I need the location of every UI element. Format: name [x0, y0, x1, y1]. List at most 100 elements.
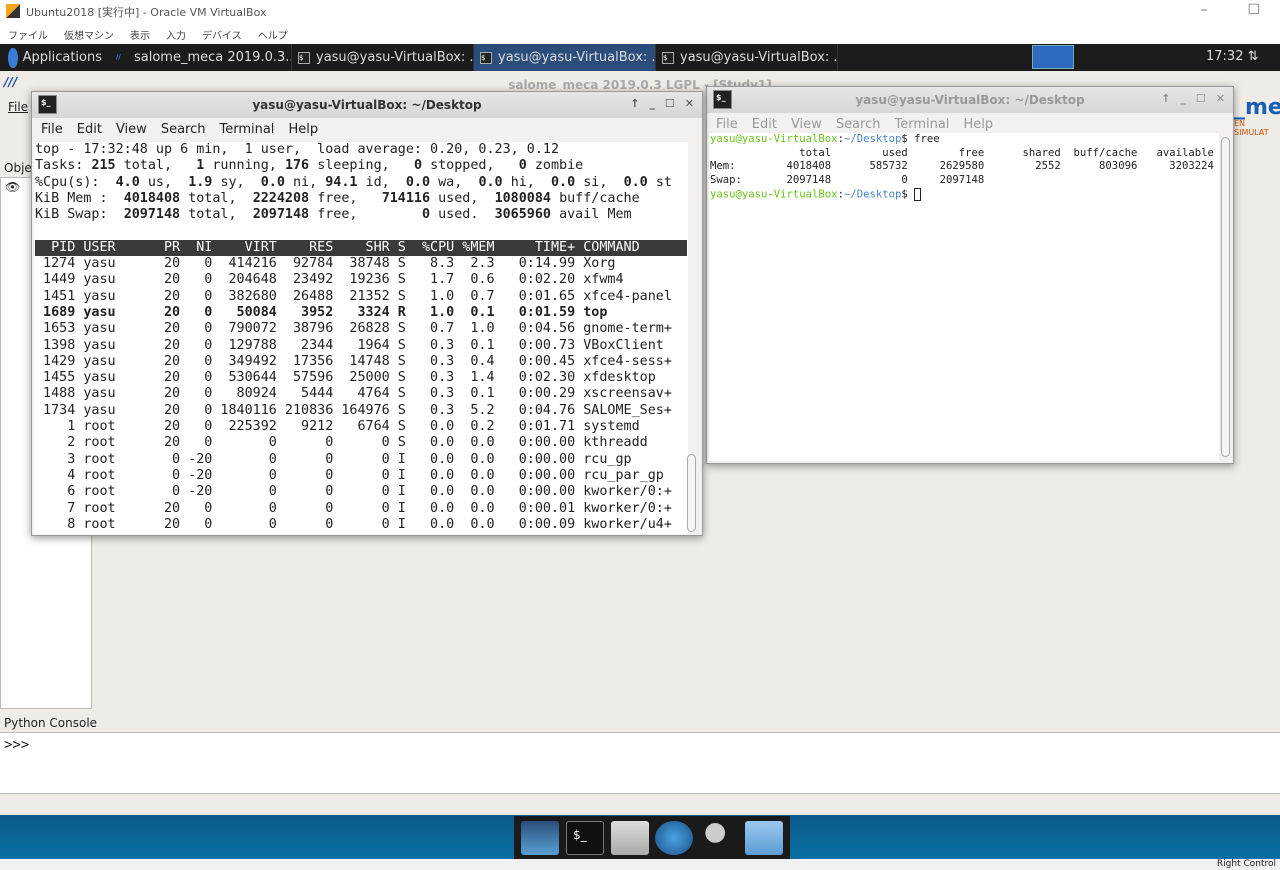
dock-home-folder-icon[interactable]: [610, 820, 649, 855]
process-row[interactable]: 1488 yasu 20 0 80924 5444 4764 S 0.3 0.1…: [35, 386, 688, 402]
maximize-icon[interactable]: ☐: [1247, 2, 1260, 18]
menu-search[interactable]: Search: [829, 117, 888, 132]
taskbar-item[interactable]: $ yasu@yasu-VirtualBox: ...: [474, 44, 656, 71]
terminal-window-free[interactable]: $_ yasu@yasu-VirtualBox: ~/Desktop ↑ _ ☐ ✕ F…: [706, 86, 1234, 464]
menu-view[interactable]: View: [109, 122, 154, 137]
eye-icon: 👁: [5, 180, 21, 194]
xfce-logo-icon: [8, 47, 18, 68]
process-row[interactable]: 4 root 0 -20 0 0 0 I 0.0 0.0 0:00.00 rcu…: [35, 468, 688, 484]
python-console-label: Python Console: [4, 716, 98, 730]
menu-edit[interactable]: Edit: [70, 122, 109, 137]
process-table-header: PID USER PR NI VIRT RES SHR S %CPU %MEM …: [35, 239, 688, 257]
salome-menu-file[interactable]: File: [8, 100, 28, 114]
minimize-icon[interactable]: _: [649, 97, 655, 110]
maximize-icon[interactable]: ☐: [1196, 92, 1206, 105]
summary-line: %Cpu(s): 4.0 us, 1.9 sy, 0.0 ni, 94.1 id…: [35, 174, 672, 190]
prompt-user: yasu@yasu-VirtualBox: [710, 188, 838, 201]
menu-terminal[interactable]: Terminal: [212, 122, 281, 137]
minimize-icon[interactable]: _: [1180, 92, 1186, 105]
prompt-user: yasu@yasu-VirtualBox: [710, 133, 838, 145]
scrollbar[interactable]: [687, 454, 696, 532]
terminal-icon: $: [480, 51, 492, 64]
python-console-input[interactable]: >>>: [0, 732, 1280, 794]
process-row[interactable]: 1 root 20 0 225392 9212 6764 S 0.0 0.2 0…: [35, 419, 688, 435]
summary-line: KiB Mem : 4018408 total, 2224208 free, 7…: [35, 190, 640, 206]
terminal-icon: $_: [713, 90, 732, 109]
process-row[interactable]: 1653 yasu 20 0 790072 38796 26828 S 0.7 …: [35, 321, 688, 337]
process-row[interactable]: 1274 yasu 20 0 414216 92784 38748 S 8.3 …: [35, 256, 688, 272]
process-row[interactable]: 8 root 20 0 0 0 0 I 0.0 0.0 0:00.09 kwor…: [35, 517, 688, 533]
salome-logo-subtitle: EN SIMULAT: [1234, 119, 1269, 137]
xfce-panel: Applications // salome_meca 2019.0.3... $ y…: [0, 44, 1280, 71]
title-bar[interactable]: $_ yasu@yasu-VirtualBox: ~/Desktop ↑ _ ☐ ✕: [32, 92, 702, 118]
host-menu-item[interactable]: 仮想マシン: [64, 27, 114, 42]
process-row[interactable]: 6 root 0 -20 0 0 0 I 0.0 0.0 0:00.00 kwo…: [35, 484, 688, 500]
window-title: yasu@yasu-VirtualBox: ~/Desktop: [855, 93, 1085, 107]
host-menu-item[interactable]: 入力: [166, 27, 186, 42]
terminal-output[interactable]: yasu@yasu-VirtualBox:~/Desktop$ free tot…: [709, 133, 1219, 461]
taskbar-item[interactable]: $ yasu@yasu-VirtualBox: ...: [292, 44, 474, 71]
host-menu-item[interactable]: ファイル: [8, 27, 48, 42]
window-title: yasu@yasu-VirtualBox: ~/Desktop: [252, 98, 482, 112]
command: free: [914, 133, 940, 145]
host-menu-item[interactable]: ヘルプ: [258, 27, 288, 42]
taskbar-item[interactable]: $ yasu@yasu-VirtualBox: ...: [656, 44, 838, 71]
clock: 17:32 ⇅: [1206, 49, 1259, 64]
host-key-label: Right Control: [1216, 859, 1276, 869]
process-row[interactable]: 1734 yasu 20 0 1840116 210836 164976 S 0…: [35, 403, 688, 419]
dock-desktop-icon[interactable]: [521, 820, 560, 855]
process-row[interactable]: 2 root 20 0 0 0 0 S 0.0 0.0 0:00.00 kthr…: [35, 435, 688, 451]
title-bar[interactable]: $_ yasu@yasu-VirtualBox: ~/Desktop ↑ _ ☐ ✕: [707, 87, 1233, 113]
terminal-output[interactable]: top - 17:32:48 up 6 min, 1 user, load av…: [34, 142, 688, 534]
terminal-window-top[interactable]: $_ yasu@yasu-VirtualBox: ~/Desktop ↑ _ ☐ ✕ F…: [31, 91, 703, 536]
process-row[interactable]: 3 root 0 -20 0 0 0 I 0.0 0.0 0:00.00 rcu…: [35, 452, 688, 468]
salome-icon: //: [116, 52, 121, 61]
process-row[interactable]: 1455 yasu 20 0 530644 57596 25000 S 0.3 …: [35, 370, 688, 386]
dock-files-icon[interactable]: [744, 820, 783, 855]
summary-line: top - 17:32:48 up 6 min, 1 user, load av…: [35, 142, 560, 157]
host-menu-bar: ファイル 仮想マシン 表示 入力 デバイス ヘルプ: [0, 22, 1280, 44]
process-row[interactable]: 1451 yasu 20 0 382680 26488 21352 S 1.0 …: [35, 289, 688, 305]
salome-meca-logo: _mec: [1234, 95, 1280, 120]
menu-view[interactable]: View: [784, 117, 829, 132]
free-header: total used free shared buff/cache availa…: [710, 146, 1214, 159]
pin-icon[interactable]: ↑: [1161, 92, 1170, 105]
taskbar-item-label: yasu@yasu-VirtualBox: ...: [498, 50, 656, 65]
menu-file[interactable]: File: [709, 117, 745, 132]
host-menu-item[interactable]: 表示: [130, 27, 150, 42]
menu-terminal[interactable]: Terminal: [887, 117, 956, 132]
close-icon[interactable]: ✕: [1216, 92, 1225, 105]
menu-bar: File Edit View Search Terminal Help: [707, 113, 1233, 135]
menu-search[interactable]: Search: [154, 122, 213, 137]
host-title: Ubuntu2018 [実行中] - Oracle VM VirtualBox: [26, 6, 267, 19]
process-row[interactable]: 1449 yasu 20 0 204648 23492 19236 S 1.7 …: [35, 272, 688, 288]
menu-edit[interactable]: Edit: [745, 117, 784, 132]
taskbar-item-label: yasu@yasu-VirtualBox: ...: [316, 50, 474, 65]
taskbar-item[interactable]: // salome_meca 2019.0.3...: [110, 44, 292, 71]
applications-label: Applications: [22, 50, 102, 65]
menu-file[interactable]: File: [34, 122, 70, 137]
minimize-icon[interactable]: –: [1200, 2, 1207, 18]
menu-help[interactable]: Help: [281, 122, 325, 137]
process-row[interactable]: 7 root 20 0 0 0 0 I 0.0 0.0 0:00.01 kwor…: [35, 501, 688, 517]
prompt-line: yasu@yasu-VirtualBox:~/Desktop$ free: [710, 133, 940, 145]
host-menu-item[interactable]: デバイス: [202, 27, 242, 42]
dock-terminal-icon[interactable]: $_: [565, 820, 604, 855]
pin-icon[interactable]: ↑: [630, 97, 639, 110]
process-row[interactable]: 1689 yasu 20 0 50084 3952 3324 R 1.0 0.1…: [35, 305, 688, 321]
terminal-icon: $_: [38, 95, 57, 114]
process-row[interactable]: 1398 yasu 20 0 129788 2344 1964 S 0.3 0.…: [35, 338, 688, 354]
menu-help[interactable]: Help: [956, 117, 1000, 132]
dock-search-icon[interactable]: [699, 820, 738, 855]
prompt-path: ~/Desktop: [843, 133, 902, 145]
salome-logo-icon: ///: [4, 75, 18, 89]
scrollbar[interactable]: [1221, 137, 1230, 457]
close-icon[interactable]: ✕: [685, 97, 694, 110]
process-row[interactable]: 1429 yasu 20 0 349492 17356 14748 S 0.3 …: [35, 354, 688, 370]
dock-web-browser-icon[interactable]: [655, 820, 694, 855]
workspace-switcher[interactable]: [1032, 45, 1074, 69]
summary-line: Tasks: 215 total, 1 running, 176 sleepin…: [35, 158, 584, 174]
network-icon: ⇅: [1247, 49, 1259, 64]
applications-menu[interactable]: Applications: [0, 47, 110, 68]
maximize-icon[interactable]: ☐: [665, 97, 675, 110]
